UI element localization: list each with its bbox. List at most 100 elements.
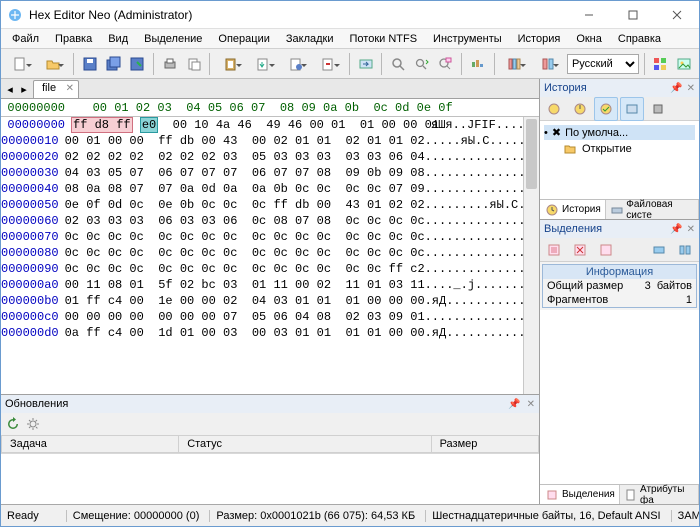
- ascii-cell[interactable]: ................: [415, 230, 539, 244]
- ascii-cell[interactable]: .яД.............: [415, 326, 539, 340]
- hex-row[interactable]: 000000700c 0c 0c 0c 0c 0c 0c 0c 0c 0c 0c…: [1, 229, 539, 245]
- hist-btn-3[interactable]: [594, 97, 618, 121]
- bytes-cell[interactable]: 04 03 05 07 06 07 07 07 06 07 07 08 09 0…: [65, 166, 415, 180]
- hex-caret[interactable]: e0: [140, 117, 158, 133]
- ascii-cell[interactable]: ................: [415, 246, 539, 260]
- menu-help[interactable]: Справка: [611, 31, 668, 47]
- save-button[interactable]: [79, 52, 101, 76]
- picture-button[interactable]: [673, 52, 695, 76]
- hex-scrollbar[interactable]: [523, 117, 539, 394]
- history-item-open[interactable]: Открытие: [544, 140, 695, 158]
- sel-btn-3[interactable]: [594, 238, 618, 262]
- menu-edit[interactable]: Правка: [48, 31, 99, 47]
- ascii-cell[interactable]: .........яЫ.C...: [415, 198, 539, 212]
- tab-next[interactable]: ▸: [17, 81, 31, 97]
- copy-button[interactable]: [183, 52, 205, 76]
- ascii-cell[interactable]: яШя..JFIF.....: [421, 118, 532, 132]
- gear-icon[interactable]: [25, 416, 41, 432]
- tab-close-icon[interactable]: ✕: [66, 83, 74, 94]
- updates-col-status[interactable]: Статус: [179, 436, 431, 453]
- bytes-cell[interactable]: 0a ff c4 00 1d 01 00 03 00 03 01 01 01 0…: [65, 326, 415, 340]
- ascii-cell[interactable]: .яД.............: [415, 294, 539, 308]
- bytes-cell[interactable]: 08 0a 08 07 07 0a 0d 0a 0a 0b 0c 0c 0c 0…: [65, 182, 415, 196]
- new-button[interactable]: [5, 52, 36, 76]
- refresh-icon[interactable]: [5, 416, 21, 432]
- pin-icon[interactable]: 📌: [670, 224, 682, 235]
- bytes-cell[interactable]: 0e 0f 0d 0c 0e 0b 0c 0c 0c ff db 00 43 0…: [65, 198, 415, 212]
- sel-btn-2[interactable]: [568, 238, 592, 262]
- print-button[interactable]: [159, 52, 181, 76]
- hex-row[interactable]: 000000900c 0c 0c 0c 0c 0c 0c 0c 0c 0c 0c…: [1, 261, 539, 277]
- bytes-cell[interactable]: 0c 0c 0c 0c 0c 0c 0c 0c 0c 0c 0c 0c 0c 0…: [65, 246, 415, 260]
- hist-btn-5[interactable]: [646, 97, 670, 121]
- sel-btn-5[interactable]: [673, 238, 697, 262]
- hex-row[interactable]: 0000002002 02 02 02 02 02 02 03 05 03 03…: [1, 149, 539, 165]
- hex-selection[interactable]: ff d8 ff: [71, 117, 133, 133]
- columns2-button[interactable]: [532, 52, 563, 76]
- menu-bookmarks[interactable]: Закладки: [279, 31, 341, 47]
- window-maximize[interactable]: [611, 1, 655, 29]
- window-close[interactable]: [655, 1, 699, 29]
- tab-filesystem[interactable]: Файловая систе: [606, 200, 699, 219]
- save-as-button[interactable]: [126, 52, 148, 76]
- ascii-cell[interactable]: .....яЫ.C.......: [415, 134, 539, 148]
- find-next-button[interactable]: [411, 52, 433, 76]
- goto-button[interactable]: [355, 52, 377, 76]
- hex-row[interactable]: 000000c000 00 00 00 00 00 00 07 05 06 04…: [1, 309, 539, 325]
- bytes-cell[interactable]: 01 ff c4 00 1e 00 00 02 04 03 01 01 01 0…: [65, 294, 415, 308]
- save-all-button[interactable]: [103, 52, 125, 76]
- updates-col-size[interactable]: Размер: [431, 436, 538, 453]
- pin-icon[interactable]: 📌: [670, 83, 682, 94]
- hex-row[interactable]: 000000500e 0f 0d 0c 0e 0b 0c 0c 0c ff db…: [1, 197, 539, 213]
- panel-close-icon[interactable]: ✕: [527, 399, 535, 410]
- sel-btn-4[interactable]: [647, 238, 671, 262]
- columns3-button[interactable]: [500, 52, 531, 76]
- find-button[interactable]: [387, 52, 409, 76]
- editor-tab[interactable]: file ✕: [33, 80, 79, 98]
- menu-windows[interactable]: Окна: [569, 31, 609, 47]
- paste-button[interactable]: [215, 52, 246, 76]
- pattern-button[interactable]: [467, 52, 489, 76]
- window-minimize[interactable]: [567, 1, 611, 29]
- hist-btn-4[interactable]: [620, 97, 644, 121]
- hist-btn-1[interactable]: [542, 97, 566, 121]
- menu-view[interactable]: Вид: [101, 31, 135, 47]
- close-icon[interactable]: ✕: [687, 224, 695, 235]
- tab-prev[interactable]: ◂: [3, 81, 17, 97]
- hex-row[interactable]: 0000004008 0a 08 07 07 0a 0d 0a 0a 0b 0c…: [1, 181, 539, 197]
- ascii-cell[interactable]: ................: [415, 166, 539, 180]
- colors-button[interactable]: [650, 52, 672, 76]
- bytes-cell[interactable]: 0c 0c 0c 0c 0c 0c 0c 0c 0c 0c 0c 0c 0c 0…: [65, 262, 415, 276]
- bytes-cell[interactable]: 0c 0c 0c 0c 0c 0c 0c 0c 0c 0c 0c 0c 0c 0…: [65, 230, 415, 244]
- ascii-cell[interactable]: ................: [415, 214, 539, 228]
- hex-row[interactable]: 0000006002 03 03 03 06 03 03 06 0c 08 07…: [1, 213, 539, 229]
- language-select[interactable]: Русский: [567, 54, 639, 74]
- hex-row[interactable]: 000000a000 11 08 01 5f 02 bc 03 01 11 00…: [1, 277, 539, 293]
- ascii-cell[interactable]: ................: [415, 182, 539, 196]
- hex-row[interactable]: 000000b001 ff c4 00 1e 00 00 02 04 03 01…: [1, 293, 539, 309]
- pin-icon[interactable]: 📌: [508, 399, 520, 410]
- hex-editor[interactable]: 00000000 00 01 02 03 04 05 06 07 08 09 0…: [1, 99, 539, 394]
- insert-button[interactable]: [248, 52, 279, 76]
- tab-attributes[interactable]: Атрибуты фа: [620, 485, 699, 504]
- bytes-cell[interactable]: 02 02 02 02 02 02 02 03 05 03 03 03 03 0…: [65, 150, 415, 164]
- tab-selection[interactable]: Выделения: [540, 485, 620, 504]
- history-root[interactable]: • ✖ По умолча...: [544, 125, 695, 140]
- updates-col-task[interactable]: Задача: [2, 436, 179, 453]
- menu-file[interactable]: Файл: [5, 31, 46, 47]
- insert2-button[interactable]: [313, 52, 344, 76]
- open-button[interactable]: [38, 52, 69, 76]
- bytes-cell[interactable]: ff d8 ff e0 00 10 4a 46 49 46 00 01 01 0…: [71, 118, 421, 132]
- sel-btn-1[interactable]: [542, 238, 566, 262]
- hist-btn-2[interactable]: [568, 97, 592, 121]
- ascii-cell[interactable]: ...._.ј.........: [415, 278, 539, 292]
- menu-operations[interactable]: Операции: [211, 31, 276, 47]
- close-icon[interactable]: ✕: [687, 83, 695, 94]
- hex-row[interactable]: 00000000ff d8 ff e0 00 10 4a 46 49 46 00…: [1, 117, 539, 133]
- menu-history[interactable]: История: [511, 31, 568, 47]
- ascii-cell[interactable]: ..............яВ: [415, 262, 539, 276]
- replace-button[interactable]: [435, 52, 457, 76]
- clipboard-button[interactable]: [281, 52, 312, 76]
- menu-ntfs[interactable]: Потоки NTFS: [343, 31, 425, 47]
- hex-row[interactable]: 000000d00a ff c4 00 1d 01 00 03 00 03 01…: [1, 325, 539, 341]
